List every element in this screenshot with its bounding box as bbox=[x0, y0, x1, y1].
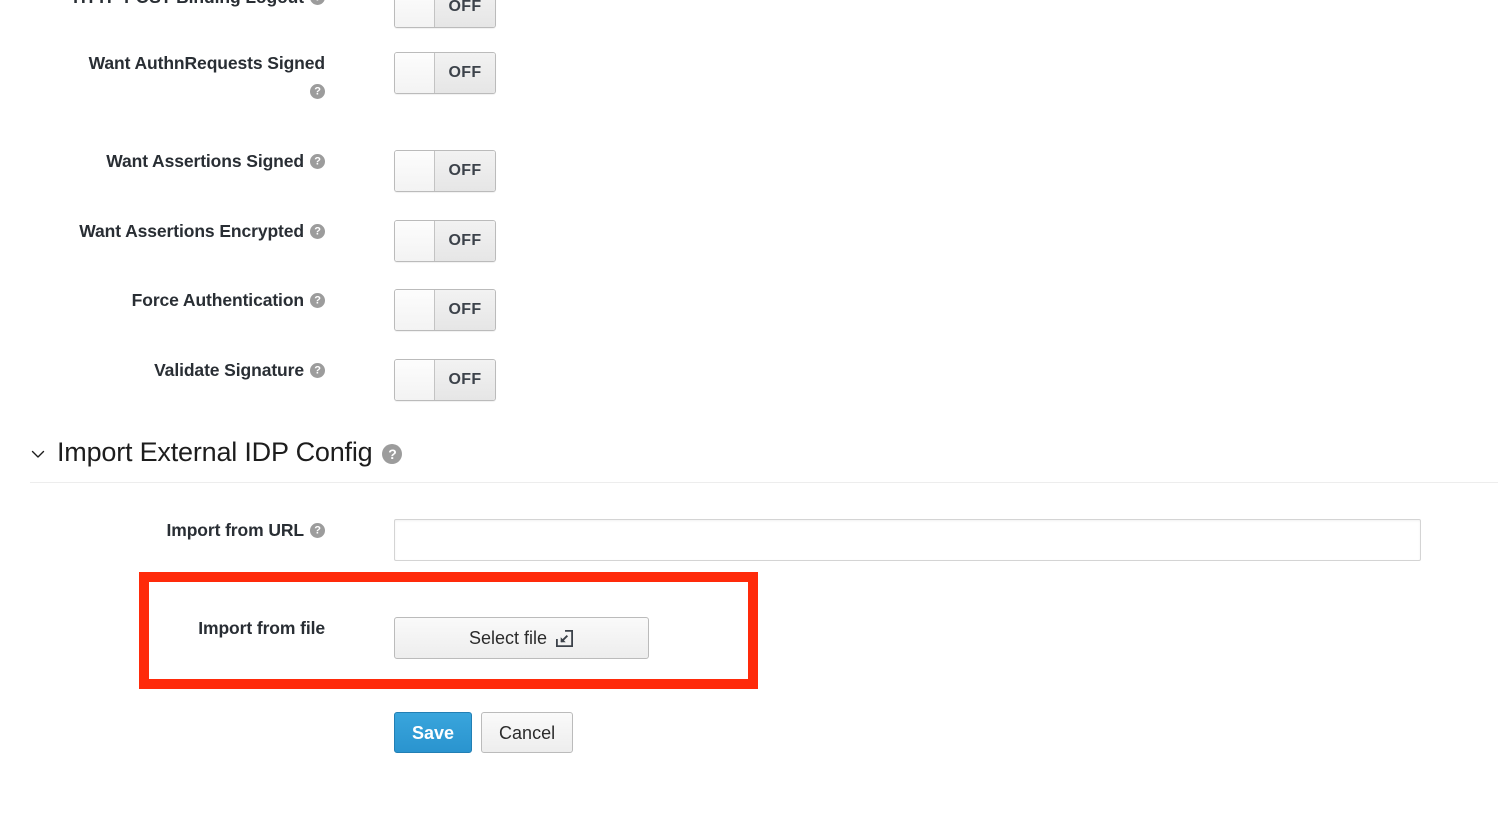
toggle-knob bbox=[395, 221, 435, 261]
section-header-import-external-idp-config[interactable]: Import External IDP Config bbox=[30, 437, 403, 468]
form-row-force-authentication: Force Authentication OFF bbox=[0, 289, 1498, 331]
import-file-icon bbox=[556, 629, 574, 648]
toggle-knob bbox=[395, 290, 435, 330]
form-row-import-from-file: Import from file Select file bbox=[0, 617, 1498, 659]
field-label-text: Want Assertions Signed bbox=[106, 151, 304, 171]
select-file-button[interactable]: Select file bbox=[394, 617, 649, 659]
select-file-button-label: Select file bbox=[468, 628, 548, 648]
section-divider bbox=[30, 482, 1498, 483]
field-label-text: Import from file bbox=[198, 618, 325, 638]
toggle-state-label: OFF bbox=[435, 151, 495, 191]
toggle-knob bbox=[395, 360, 435, 400]
help-circle-icon[interactable] bbox=[382, 444, 403, 464]
field-label-text: Force Authentication bbox=[131, 290, 304, 310]
toggle-http-post-binding-logout[interactable]: OFF bbox=[394, 0, 496, 28]
form-row-http-post-binding-logout: HTTP-POST Binding Logout OFF bbox=[0, 0, 1498, 28]
toggle-knob bbox=[395, 0, 435, 27]
field-control bbox=[394, 519, 1421, 561]
cancel-button[interactable]: Cancel bbox=[481, 712, 574, 753]
help-circle-icon[interactable] bbox=[310, 84, 325, 99]
field-label: Want Assertions Encrypted bbox=[0, 220, 325, 244]
help-circle-icon[interactable] bbox=[310, 293, 325, 309]
field-control: OFF bbox=[394, 359, 496, 401]
toggle-want-assertions-signed[interactable]: OFF bbox=[394, 150, 496, 192]
toggle-state-label: OFF bbox=[435, 221, 495, 261]
form-row-validate-signature: Validate Signature OFF bbox=[0, 359, 1498, 401]
help-circle-icon[interactable] bbox=[310, 523, 325, 539]
help-circle-icon[interactable] bbox=[310, 0, 325, 6]
field-control: OFF bbox=[394, 289, 496, 331]
section-title: Import External IDP Config bbox=[57, 437, 373, 467]
field-control: Select file bbox=[394, 617, 649, 659]
field-label: Import from URL bbox=[0, 519, 325, 543]
field-label-text: Validate Signature bbox=[154, 360, 304, 380]
form-row-want-assertions-encrypted: Want Assertions Encrypted OFF bbox=[0, 220, 1498, 262]
toggle-knob bbox=[395, 53, 435, 93]
help-circle-icon[interactable] bbox=[310, 224, 325, 240]
form-row-import-from-url: Import from URL bbox=[0, 519, 1498, 561]
field-label: Force Authentication bbox=[0, 289, 325, 313]
field-label: Want AuthnRequests Signed bbox=[0, 52, 325, 103]
field-control: OFF bbox=[394, 150, 496, 192]
field-label: Import from file bbox=[0, 617, 325, 641]
form-row-want-authnrequests-signed: Want AuthnRequests Signed OFF bbox=[0, 52, 1498, 103]
toggle-force-authentication[interactable]: OFF bbox=[394, 289, 496, 331]
toggle-state-label: OFF bbox=[435, 360, 495, 400]
field-control: OFF bbox=[394, 0, 496, 28]
field-control: OFF bbox=[394, 52, 496, 94]
field-label: Want Assertions Signed bbox=[0, 150, 325, 174]
help-circle-icon[interactable] bbox=[310, 363, 325, 379]
import-from-url-input[interactable] bbox=[394, 519, 1421, 561]
form-row-want-assertions-signed: Want Assertions Signed OFF bbox=[0, 150, 1498, 192]
toggle-state-label: OFF bbox=[435, 290, 495, 330]
field-label-text: Want AuthnRequests Signed bbox=[88, 53, 325, 73]
form-action-buttons: Save Cancel bbox=[394, 712, 574, 753]
field-label: Validate Signature bbox=[0, 359, 325, 383]
toggle-validate-signature[interactable]: OFF bbox=[394, 359, 496, 401]
field-control: OFF bbox=[394, 220, 496, 262]
toggle-state-label: OFF bbox=[435, 0, 495, 27]
field-label: HTTP-POST Binding Logout bbox=[0, 0, 325, 10]
toggle-want-authnrequests-signed[interactable]: OFF bbox=[394, 52, 496, 94]
toggle-knob bbox=[395, 151, 435, 191]
field-label-text: Want Assertions Encrypted bbox=[79, 221, 304, 241]
saml-idp-settings-page: HTTP-POST Binding Logout OFF Want AuthnR… bbox=[0, 0, 1498, 820]
toggle-want-assertions-encrypted[interactable]: OFF bbox=[394, 220, 496, 262]
save-button[interactable]: Save bbox=[394, 712, 473, 753]
chevron-down-icon bbox=[31, 450, 45, 458]
toggle-state-label: OFF bbox=[435, 53, 495, 93]
field-label-text: Import from URL bbox=[166, 520, 304, 540]
field-label-text: HTTP-POST Binding Logout bbox=[73, 0, 304, 7]
help-circle-icon[interactable] bbox=[310, 154, 325, 170]
